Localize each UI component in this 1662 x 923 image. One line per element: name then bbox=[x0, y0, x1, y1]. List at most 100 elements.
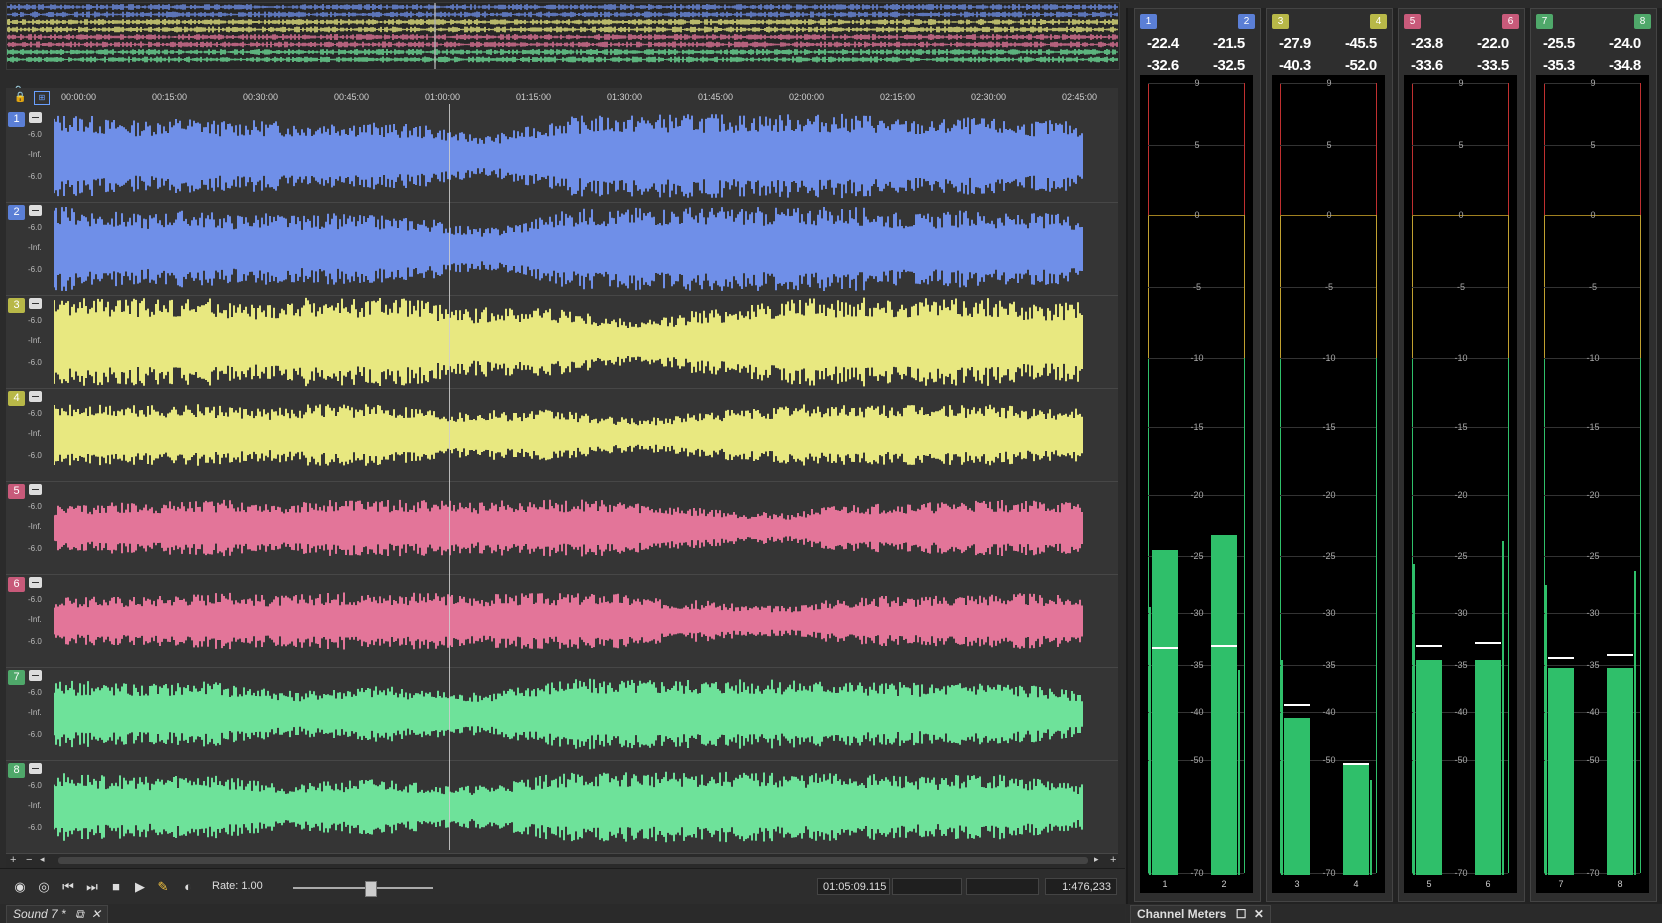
track-minimize-button[interactable] bbox=[29, 577, 42, 588]
channel-meters-tab-label: Channel Meters bbox=[1137, 907, 1227, 921]
record-icon[interactable]: ◉ bbox=[12, 879, 28, 895]
stop-icon[interactable]: ■ bbox=[108, 879, 124, 895]
meter-bar-right bbox=[1475, 659, 1501, 875]
track-number[interactable]: 5 bbox=[8, 484, 25, 499]
scroll-right-icon[interactable]: ▸ bbox=[1094, 854, 1099, 865]
ruler-toolbar: 🔒 bbox=[6, 70, 1118, 97]
pencil-icon[interactable]: ✎ bbox=[155, 879, 171, 895]
zoom-out-icon[interactable]: − bbox=[26, 854, 32, 866]
position-field[interactable]: 01:05:09.115 bbox=[817, 878, 890, 895]
track-waveform[interactable] bbox=[54, 761, 1084, 853]
track[interactable]: 5 -6.0 -Inf. -6.0 bbox=[6, 482, 1118, 575]
track-number[interactable]: 1 bbox=[8, 112, 25, 127]
meter-scale-label: -30 bbox=[1586, 608, 1600, 618]
track[interactable]: 2 -6.0 -Inf. -6.0 bbox=[6, 203, 1118, 296]
meter-channel-left-button[interactable]: 7 bbox=[1536, 14, 1553, 29]
track-number[interactable]: 2 bbox=[8, 205, 25, 220]
track-number[interactable]: 8 bbox=[8, 763, 25, 778]
meter-channel-left-button[interactable]: 5 bbox=[1404, 14, 1421, 29]
track-number[interactable]: 4 bbox=[8, 391, 25, 406]
play-icon[interactable]: ▶ bbox=[132, 879, 148, 895]
meter-range-line bbox=[1508, 83, 1509, 215]
horizontal-scrollbar[interactable]: + − ◂ ▸ + bbox=[6, 854, 1118, 868]
track-minimize-button[interactable] bbox=[29, 763, 42, 774]
restore-icon[interactable]: ⧉ bbox=[75, 907, 84, 921]
samples-field[interactable]: 1:476,233 bbox=[1045, 878, 1117, 895]
close-icon[interactable]: ✕ bbox=[91, 907, 101, 921]
track-number[interactable]: 6 bbox=[8, 577, 25, 592]
track-waveform[interactable] bbox=[54, 668, 1084, 760]
meter-range-line bbox=[1376, 215, 1377, 358]
waveform-path bbox=[54, 297, 1083, 387]
meter-channel-label: 7 bbox=[1558, 879, 1564, 889]
track-minimize-button[interactable] bbox=[29, 670, 42, 681]
loop-icon[interactable]: ◎ bbox=[36, 879, 52, 895]
document-tab[interactable]: Sound 7 * ⧉ ✕ bbox=[6, 905, 109, 923]
meter-channel-label: 3 bbox=[1294, 879, 1300, 889]
meter-channel-left-button[interactable]: 3 bbox=[1272, 14, 1289, 29]
meter-channel-right-button[interactable]: 8 bbox=[1634, 14, 1651, 29]
go-to-start-icon[interactable]: ⏮ bbox=[60, 879, 76, 895]
meter-channel-right-button[interactable]: 4 bbox=[1370, 14, 1387, 29]
waveform-path bbox=[54, 113, 1083, 199]
selection-start-field[interactable] bbox=[892, 878, 962, 895]
meter-scale-label: -15 bbox=[1586, 422, 1600, 432]
track-waveform[interactable] bbox=[54, 482, 1084, 574]
track[interactable]: 1 -6.0 -Inf. -6.0 bbox=[6, 110, 1118, 203]
go-to-end-icon[interactable]: ⏭ bbox=[84, 879, 100, 895]
track-number[interactable]: 7 bbox=[8, 670, 25, 685]
rms-right-value: -34.8 bbox=[1609, 57, 1641, 74]
track[interactable]: 6 -6.0 -Inf. -6.0 bbox=[6, 575, 1118, 668]
track[interactable]: 8 -6.0 -Inf. -6.0 bbox=[6, 761, 1118, 854]
playhead-cursor[interactable] bbox=[449, 104, 450, 850]
scroll-left-icon[interactable]: ◂ bbox=[40, 854, 45, 865]
rate-slider-thumb[interactable] bbox=[365, 881, 377, 897]
track-waveform[interactable] bbox=[54, 296, 1084, 388]
track[interactable]: 7 -6.0 -Inf. -6.0 bbox=[6, 668, 1118, 761]
meter-range-line bbox=[1148, 83, 1149, 215]
document-tab-label: Sound 7 * bbox=[13, 907, 66, 921]
meter-scale-label: 9 bbox=[1590, 78, 1596, 88]
meter-peak-hold bbox=[1548, 657, 1574, 659]
track[interactable]: 3 -6.0 -Inf. -6.0 bbox=[6, 296, 1118, 389]
track-minimize-button[interactable] bbox=[29, 298, 42, 309]
meter-channel-right-button[interactable]: 2 bbox=[1238, 14, 1255, 29]
snap-icon[interactable]: ⊞ bbox=[34, 91, 50, 105]
meter-channel-left-button[interactable]: 1 bbox=[1140, 14, 1157, 29]
track-minimize-button[interactable] bbox=[29, 205, 42, 216]
rms-left-value: -35.3 bbox=[1543, 57, 1575, 74]
restore-icon[interactable]: ☐ bbox=[1236, 907, 1247, 921]
overview-waveform-path bbox=[6, 26, 1118, 33]
overview-waveform-path bbox=[6, 4, 1118, 10]
meter-peak-hold bbox=[1475, 642, 1501, 645]
zoom-in-icon[interactable]: + bbox=[10, 854, 16, 866]
track-waveform[interactable] bbox=[54, 110, 1084, 202]
time-ruler[interactable]: 🔒 ⊞ 00:00:00 00:15:00 00:30:00 00:45:00 01:0… bbox=[6, 88, 1118, 111]
lock-icon[interactable]: 🔒 bbox=[14, 92, 26, 103]
track-number[interactable]: 3 bbox=[8, 298, 25, 313]
meter-channel-right-button[interactable]: 6 bbox=[1502, 14, 1519, 29]
rate-slider[interactable] bbox=[293, 881, 433, 897]
rms-right-value: -32.5 bbox=[1213, 57, 1245, 74]
track-waveform[interactable] bbox=[54, 575, 1084, 667]
meter-scale-label: -30 bbox=[1454, 608, 1468, 618]
transport-bar: ◉ ◎ ⏮ ⏭ ■ ▶ ✎ ◐ Rate: 1.00 01:05:09.115 … bbox=[0, 868, 1125, 905]
close-icon[interactable]: ✕ bbox=[1254, 907, 1264, 921]
track[interactable]: 4 -6.0 -Inf. -6.0 bbox=[6, 389, 1118, 482]
meter-scale-label: 5 bbox=[1458, 140, 1464, 150]
selection-length-field[interactable] bbox=[966, 878, 1039, 895]
scroll-thumb[interactable] bbox=[58, 857, 1088, 864]
track-minimize-button[interactable] bbox=[29, 112, 42, 123]
ruler-tick: 00:45:00 bbox=[334, 92, 370, 102]
track-waveform[interactable] bbox=[54, 203, 1084, 295]
track-minimize-button[interactable] bbox=[29, 484, 42, 495]
track-waveform[interactable] bbox=[54, 389, 1084, 481]
waveform-path bbox=[54, 592, 1083, 650]
channel-meters-tab[interactable]: Channel Meters ☐ ✕ bbox=[1130, 905, 1271, 923]
meter-channel-label: 6 bbox=[1485, 879, 1491, 889]
vzoom-in-icon[interactable]: + bbox=[1110, 854, 1116, 866]
waveform-overview[interactable] bbox=[6, 2, 1120, 70]
track-minimize-button[interactable] bbox=[29, 391, 42, 402]
scrub-icon[interactable]: ◐ bbox=[180, 879, 196, 895]
meter-scale-label: -5 bbox=[1588, 282, 1597, 292]
